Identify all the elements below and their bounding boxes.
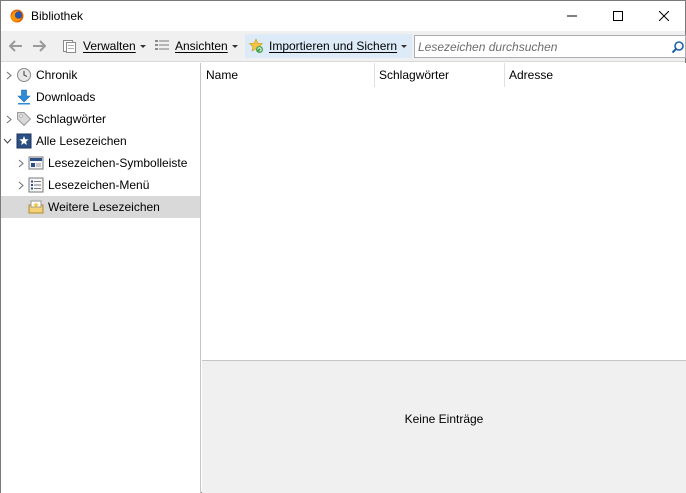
empty-state-text: Keine Einträge	[404, 412, 484, 426]
bookmarks-toolbar-icon	[28, 155, 44, 171]
tree-item-all-bookmarks[interactable]: Alle Lesezeichen	[1, 130, 200, 152]
expand-chevron-icon[interactable]	[16, 181, 25, 190]
expand-chevron-icon[interactable]	[4, 71, 13, 80]
firefox-logo-icon	[10, 9, 24, 23]
minimize-icon	[567, 15, 577, 17]
minimize-button[interactable]	[549, 1, 595, 31]
tree-item-label: Downloads	[36, 90, 96, 104]
bookmarks-star-icon	[16, 133, 32, 149]
maximize-button[interactable]	[595, 1, 641, 31]
import-backup-label: Importieren und Sichern	[269, 39, 398, 53]
views-list-icon	[154, 38, 170, 54]
unsorted-folder-icon	[28, 199, 44, 215]
bookmark-list[interactable]: Name Schlagwörter Adresse	[202, 63, 686, 360]
tree-item-label: Chronik	[36, 68, 78, 82]
search-box[interactable]	[414, 35, 686, 58]
views-menu-button[interactable]: Ansichten	[154, 34, 238, 58]
title-bar: Bibliothek	[1, 1, 685, 31]
library-window: Bibliothek Verwalten Ansichten Importier…	[0, 0, 686, 493]
close-button[interactable]	[641, 1, 686, 31]
back-arrow-icon	[9, 40, 22, 52]
organize-menu-button[interactable]: Verwalten	[62, 34, 146, 58]
tree-item-bookmarks-menu[interactable]: Lesezeichen-Menü	[1, 174, 200, 196]
tree-item-label: Lesezeichen-Menü	[48, 178, 150, 192]
import-backup-icon	[248, 38, 264, 54]
dropdown-caret-icon	[401, 44, 408, 48]
download-arrow-icon	[16, 89, 32, 105]
tree-item-label: Lesezeichen-Symbolleiste	[48, 156, 188, 170]
collapse-chevron-icon[interactable]	[3, 137, 12, 146]
organize-icon	[62, 38, 78, 54]
tag-icon	[16, 111, 32, 127]
expand-chevron-icon[interactable]	[4, 115, 13, 124]
dropdown-caret-icon	[231, 44, 238, 48]
expand-chevron-icon[interactable]	[16, 159, 25, 168]
tree-item-tags[interactable]: Schlagwörter	[1, 108, 200, 130]
column-header-address[interactable]: Adresse	[505, 63, 686, 87]
search-input[interactable]	[418, 38, 666, 55]
library-tree: Chronik Downloads Schlagwörter Alle Lese…	[1, 63, 201, 493]
close-icon	[659, 11, 669, 21]
bookmarks-menu-icon	[28, 177, 44, 193]
column-header-name[interactable]: Name	[202, 63, 375, 87]
import-backup-menu-button[interactable]: Importieren und Sichern	[245, 34, 412, 58]
tree-item-label: Alle Lesezeichen	[36, 134, 127, 148]
tree-item-downloads[interactable]: Downloads	[1, 86, 200, 108]
toolbar: Verwalten Ansichten Importieren und Sich…	[1, 31, 686, 62]
tree-item-bookmarks-toolbar[interactable]: Lesezeichen-Symbolleiste	[1, 152, 200, 174]
search-icon[interactable]	[671, 40, 685, 54]
forward-arrow-icon	[33, 40, 46, 52]
tree-item-history[interactable]: Chronik	[1, 64, 200, 86]
organize-label: Verwalten	[83, 39, 136, 53]
tree-item-label: Schlagwörter	[36, 112, 107, 126]
window-title: Bibliothek	[31, 9, 84, 23]
back-button[interactable]	[6, 37, 26, 55]
views-label: Ansichten	[175, 39, 228, 53]
forward-button[interactable]	[29, 37, 49, 55]
tree-item-label: Weitere Lesezeichen	[48, 200, 160, 214]
details-pane: Keine Einträge	[202, 360, 686, 493]
maximize-icon	[613, 11, 623, 21]
column-header-tags[interactable]: Schlagwörter	[375, 63, 505, 87]
tree-item-other-bookmarks[interactable]: Weitere Lesezeichen	[1, 196, 200, 218]
history-clock-icon	[16, 67, 32, 83]
dropdown-caret-icon	[139, 44, 146, 48]
